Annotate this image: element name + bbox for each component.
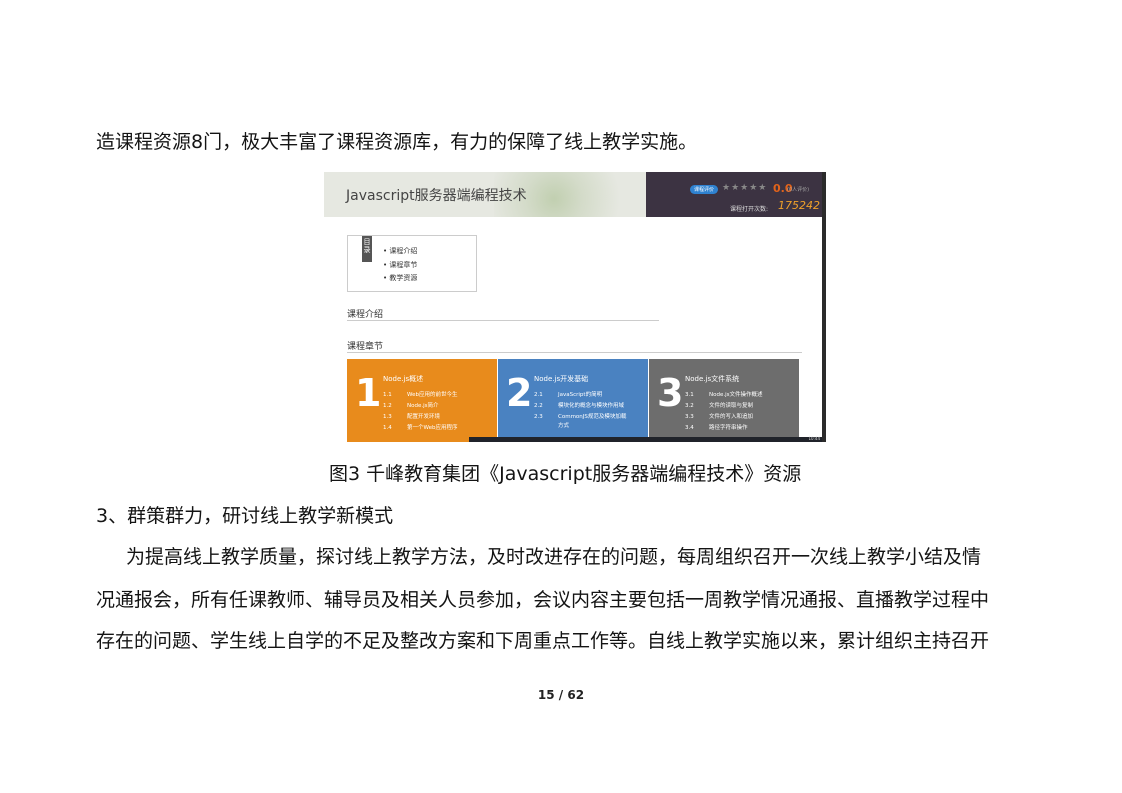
opens-count: 175242 bbox=[778, 199, 820, 212]
chapter-item[interactable]: 2.1 JavaScript的简明 bbox=[534, 390, 602, 398]
paragraph-line: 况通报会，所有任课教师、辅导员及相关人员参加，会议内容主要包括一周教学情况通报、… bbox=[96, 589, 990, 611]
chapter-number: 2 bbox=[506, 371, 533, 415]
toc-item-resources[interactable]: 教学资源 bbox=[383, 273, 417, 283]
chapter-card[interactable]: 2 Node.js开发基础 2.1 JavaScript的简明 2.2 模块化的概念… bbox=[498, 359, 648, 442]
rating-panel: 课程评价 ★★★★★ 0.0 (0人评价) 课程打开次数: 175242 bbox=[646, 172, 822, 217]
page-number: 15 / 62 bbox=[537, 688, 585, 702]
chapter-number: 3 bbox=[657, 371, 684, 415]
section-heading: 3、群策群力，研讨线上教学新模式 bbox=[96, 505, 394, 527]
table-of-contents: 目录 课程介绍 课程章节 教学资源 bbox=[347, 235, 477, 292]
toc-tag: 目录 bbox=[362, 236, 372, 262]
toc-item-intro[interactable]: 课程介绍 bbox=[383, 246, 417, 256]
chapter-item[interactable]: 1.2 Node.js简介 bbox=[383, 401, 439, 409]
chapter-title: Node.js概述 bbox=[383, 375, 424, 383]
paragraph-line: 为提高线上教学质量，探讨线上教学方法，及时改进存在的问题，每周组织召开一次线上教… bbox=[126, 546, 982, 568]
chapter-title: Node.js开发基础 bbox=[534, 375, 589, 383]
toc-item-chapters[interactable]: 课程章节 bbox=[383, 260, 417, 270]
chapter-title: Node.js文件系统 bbox=[685, 375, 740, 383]
chapter-card[interactable]: 3 Node.js文件系统 3.1 Node.js文件操作概述 3.2 文件的读取与… bbox=[649, 359, 799, 442]
rating-badge[interactable]: 课程评价 bbox=[690, 185, 719, 194]
star-rating-icon[interactable]: ★★★★★ bbox=[722, 183, 767, 193]
course-title: Javascript服务器端编程技术 bbox=[346, 188, 527, 204]
chapter-item[interactable]: 1.1 Web应用的前世今生 bbox=[383, 390, 458, 398]
body-text-line: 造课程资源8门，极大丰富了课程资源库，有力的保障了线上教学实施。 bbox=[96, 131, 698, 153]
opens-label: 课程打开次数: bbox=[730, 206, 769, 213]
figure-caption: 图3 千峰教育集团《Javascript服务器端编程技术》资源 bbox=[329, 463, 802, 485]
chapter-item[interactable]: 2.3 CommonJS规范及模块加载 bbox=[534, 412, 626, 420]
paragraph-line: 存在的问题、学生线上自学的不足及整改方案和下周重点工作等。自线上教学实施以来，累… bbox=[96, 630, 990, 652]
chapter-item[interactable]: 3.4 路径字符串操作 bbox=[685, 423, 748, 431]
course-screenshot: Javascript服务器端编程技术 课程评价 ★★★★★ 0.0 (0人评价)… bbox=[324, 172, 826, 442]
section-title-chapters: 课程章节 bbox=[347, 342, 384, 352]
rating-count: (0人评价) bbox=[787, 187, 810, 193]
chapter-item[interactable]: 3.3 文件的写入和追加 bbox=[685, 412, 753, 420]
divider bbox=[347, 320, 659, 321]
chapter-card[interactable]: 1 Node.js概述 1.1 Web应用的前世今生 1.2 Node.js简介 1… bbox=[347, 359, 497, 442]
chapter-item[interactable]: 1.4 第一个Web应用程序 bbox=[383, 423, 458, 431]
clock: 10:44 bbox=[808, 436, 820, 441]
chapter-item[interactable]: 3.1 Node.js文件操作概述 bbox=[685, 390, 763, 398]
chapter-item[interactable]: 3.2 文件的读取与复制 bbox=[685, 401, 753, 409]
divider bbox=[347, 352, 802, 353]
chapter-item-continued: 方式 bbox=[558, 423, 570, 429]
taskbar: 10:44 bbox=[469, 436, 822, 442]
chapter-item[interactable]: 2.2 模块化的概念与模块作用域 bbox=[534, 401, 624, 409]
chapter-number: 1 bbox=[355, 371, 382, 415]
section-title-intro: 课程介绍 bbox=[347, 310, 384, 320]
chapter-item[interactable]: 1.3 配置开发环境 bbox=[383, 412, 440, 420]
